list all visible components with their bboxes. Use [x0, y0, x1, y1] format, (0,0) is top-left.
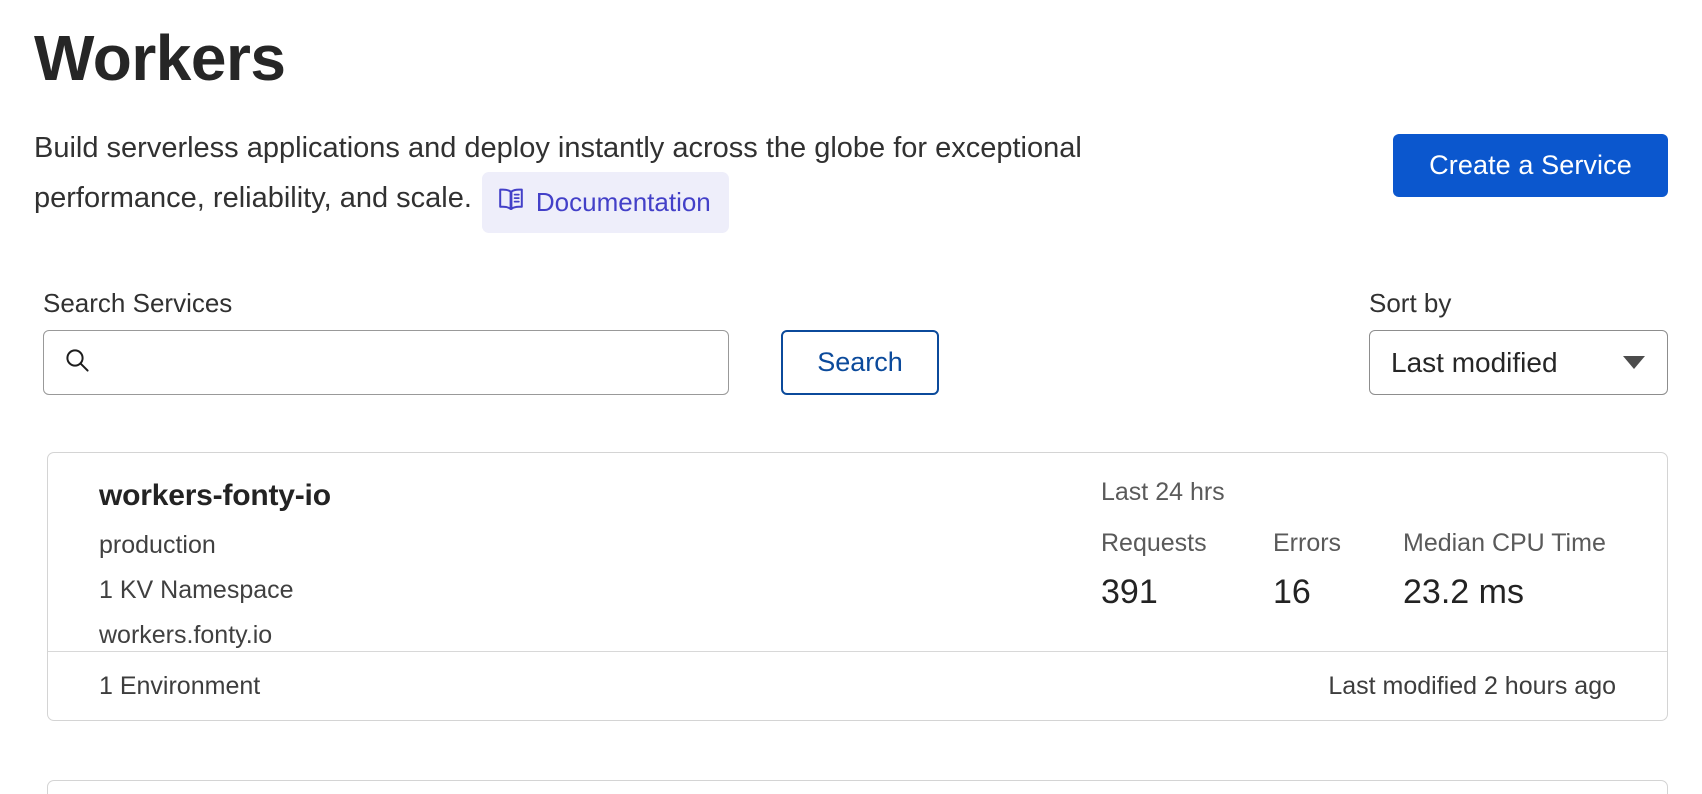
search-input-wrapper[interactable] [43, 330, 729, 395]
sort-by-select[interactable]: Last modified [1369, 330, 1668, 395]
next-service-card-clipped[interactable] [47, 780, 1668, 794]
service-last-modified: Last modified 2 hours ago [1328, 671, 1616, 701]
header-row: Build serverless applications and deploy… [34, 124, 1668, 233]
search-button[interactable]: Search [781, 330, 939, 395]
service-card-footer: 1 Environment Last modified 2 hours ago [48, 651, 1667, 720]
service-metrics: Last 24 hrs Requests 391 Errors 16 Media… [1101, 477, 1633, 612]
create-a-service-button[interactable]: Create a Service [1393, 134, 1668, 197]
documentation-label: Documentation [536, 187, 711, 217]
service-card-body: workers-fonty-io production 1 KV Namespa… [48, 453, 1667, 651]
documentation-badge[interactable]: Documentation [482, 172, 729, 233]
service-card[interactable]: workers-fonty-io production 1 KV Namespa… [47, 452, 1668, 721]
metric-median-cpu-time-label: Median CPU Time [1403, 528, 1633, 558]
metric-requests-value: 391 [1101, 572, 1273, 612]
metrics-period-label: Last 24 hrs [1101, 477, 1633, 507]
metric-errors-label: Errors [1273, 528, 1403, 558]
service-environment-count: 1 Environment [99, 671, 260, 701]
metric-errors: Errors 16 [1273, 528, 1403, 612]
search-input[interactable] [91, 331, 728, 394]
metric-requests: Requests 391 [1101, 528, 1273, 612]
metric-median-cpu-time-value: 23.2 ms [1403, 572, 1633, 612]
metrics-grid: Requests 391 Errors 16 Median CPU Time 2… [1101, 528, 1633, 612]
chevron-down-icon [1623, 356, 1645, 369]
controls-row: Search Services Search Sort by Last modi… [34, 288, 1668, 388]
metric-errors-value: 16 [1273, 572, 1403, 612]
page-subtitle: Build serverless applications and deploy… [34, 124, 1254, 233]
metric-median-cpu-time: Median CPU Time 23.2 ms [1403, 528, 1633, 612]
metric-requests-label: Requests [1101, 528, 1273, 558]
workers-page: Workers Build serverless applications an… [0, 0, 1702, 794]
sort-by-value: Last modified [1391, 347, 1558, 379]
search-services-label: Search Services [43, 288, 232, 318]
book-icon [498, 178, 524, 226]
search-icon [64, 347, 91, 379]
sort-by-label: Sort by [1369, 288, 1451, 318]
page-title: Workers [34, 0, 1668, 90]
